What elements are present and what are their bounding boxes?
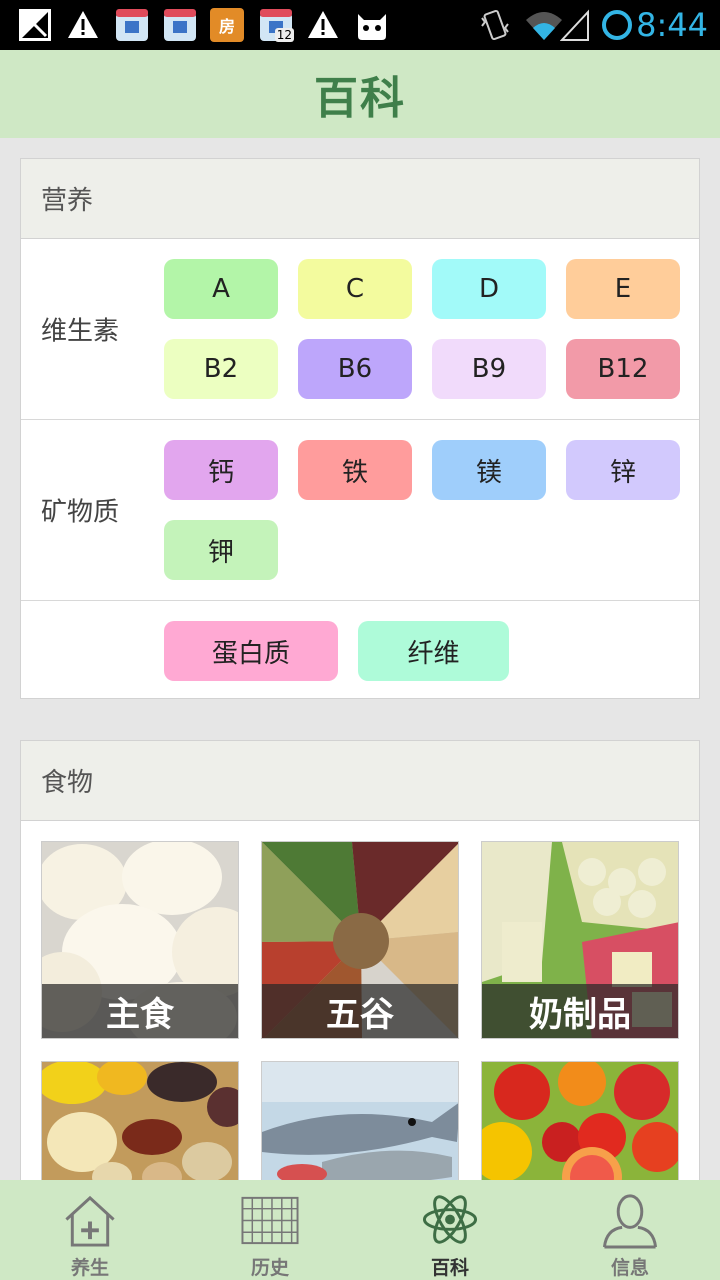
minerals-row: 矿物质 钙 铁 镁 锌 钾: [21, 420, 699, 601]
shopping-app-icon: [162, 8, 198, 42]
minerals-label: 矿物质: [41, 497, 120, 528]
wifi-icon: [524, 8, 564, 42]
shopping-app-badge-icon: 12: [258, 8, 294, 42]
mineral-magnesium-chip[interactable]: 镁: [432, 440, 546, 500]
vitamin-d-chip[interactable]: D: [432, 259, 546, 319]
mineral-iron-chip[interactable]: 铁: [298, 440, 412, 500]
cell-signal-icon: [560, 8, 590, 42]
mineral-potassium-chip[interactable]: 钾: [164, 520, 278, 580]
clock: 8:44: [636, 6, 708, 44]
food-tile-caption: 五谷: [262, 984, 458, 1038]
app-header: 百科: [0, 50, 720, 138]
food-tile-fruits[interactable]: [481, 1061, 679, 1181]
nav-label: 百科: [430, 1257, 469, 1279]
nav-label: 养生: [70, 1257, 109, 1279]
food-tile-seafood[interactable]: [261, 1061, 459, 1181]
vitamin-b6-chip[interactable]: B6: [298, 339, 412, 399]
vitamin-e-chip[interactable]: E: [566, 259, 680, 319]
food-tile-staple[interactable]: 主食: [41, 841, 239, 1039]
warning-icon: [306, 8, 340, 42]
nutrition-card: 营养 维生素 A C D E B2 B6 B9 B12 矿物质 钙 铁 镁 锌 …: [20, 158, 700, 699]
vitamin-a-chip[interactable]: A: [164, 259, 278, 319]
vitamin-b12-chip[interactable]: B12: [566, 339, 680, 399]
atom-icon: [422, 1195, 478, 1244]
foods-card-title: 食物: [21, 741, 699, 821]
bottom-navigation: 养生 历史 百科 信息: [0, 1180, 720, 1280]
other-nutrients-row: 蛋白质 纤维: [21, 601, 699, 700]
fish-image: [262, 1062, 458, 1180]
app-blocked-icon: [18, 8, 52, 42]
nav-item-health[interactable]: 养生: [0, 1180, 180, 1280]
nav-label: 历史: [250, 1257, 289, 1279]
warning-icon: [66, 8, 100, 42]
vitamin-c-chip[interactable]: C: [298, 259, 412, 319]
nav-item-info[interactable]: 信息: [540, 1180, 720, 1280]
nav-item-history[interactable]: 历史: [180, 1180, 360, 1280]
vitamins-label: 维生素: [41, 316, 120, 347]
food-tile-caption: 奶制品: [482, 984, 678, 1038]
vitamin-b9-chip[interactable]: B9: [432, 339, 546, 399]
house-app-icon: 房: [210, 8, 244, 42]
dried-fruits-image: [42, 1062, 238, 1180]
foods-card: 食物 主食 五谷 奶制品: [20, 740, 700, 1200]
status-bar: 房 12 8:44: [0, 0, 720, 50]
grid-icon: [241, 1196, 299, 1245]
nav-label: 信息: [610, 1257, 649, 1279]
mineral-calcium-chip[interactable]: 钙: [164, 440, 278, 500]
food-tile-grains[interactable]: 五谷: [261, 841, 459, 1039]
protein-chip[interactable]: 蛋白质: [164, 621, 338, 681]
page-title: 百科: [314, 73, 406, 124]
person-icon: [602, 1194, 658, 1249]
vitamins-row: 维生素 A C D E B2 B6 B9 B12: [21, 239, 699, 420]
nutrition-card-title: 营养: [21, 159, 699, 239]
mineral-zinc-chip[interactable]: 锌: [566, 440, 680, 500]
food-tile-dairy[interactable]: 奶制品: [481, 841, 679, 1039]
house-plus-icon: [65, 1195, 115, 1247]
fiber-chip[interactable]: 纤维: [358, 621, 509, 681]
vitamin-b2-chip[interactable]: B2: [164, 339, 278, 399]
battery-icon: [600, 8, 634, 42]
nav-item-encyclopedia[interactable]: 百科: [360, 1180, 540, 1280]
fruits-image: [482, 1062, 678, 1180]
food-tile-nuts[interactable]: [41, 1061, 239, 1181]
food-tile-caption: 主食: [42, 984, 238, 1038]
shopping-app-icon: [114, 8, 150, 42]
android-cat-icon: [354, 8, 390, 42]
notification-count: 12: [274, 28, 294, 42]
vibrate-icon: [478, 8, 512, 42]
